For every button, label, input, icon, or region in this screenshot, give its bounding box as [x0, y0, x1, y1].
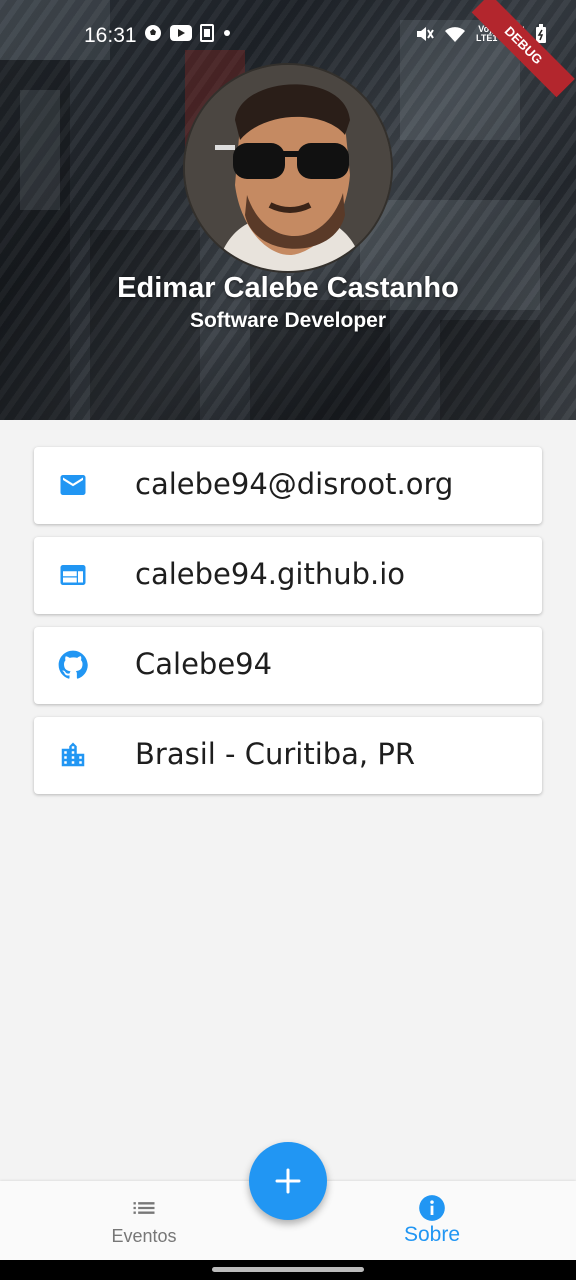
location-label: Brasil - Curitiba, PR: [135, 737, 416, 771]
nav-item-eventos[interactable]: Eventos: [74, 1181, 214, 1260]
soccer-ball-icon: [145, 25, 161, 41]
website-card[interactable]: calebe94.github.io: [34, 537, 542, 614]
email-icon: [60, 475, 86, 495]
profile-role: Software Developer: [189, 309, 387, 332]
plus-icon: [275, 1168, 301, 1194]
wifi-icon: [445, 27, 465, 42]
email-label: calebe94@disroot.org: [135, 467, 454, 501]
sim-icon: [200, 24, 214, 42]
nav-item-sobre[interactable]: Sobre: [362, 1181, 502, 1260]
info-icon: [419, 1195, 445, 1221]
nav-label-eventos: Eventos: [111, 1226, 177, 1246]
profile-header: 16:31 Vo)) LTE1 DEBUG Edimar Calebe Cast…: [0, 0, 576, 420]
location-city-icon: [61, 742, 85, 767]
nav-label-sobre: Sobre: [403, 1223, 461, 1246]
youtube-icon: [170, 25, 192, 41]
avatar: [183, 63, 393, 273]
website-label: calebe94.github.io: [135, 557, 406, 591]
status-left-icons: [144, 24, 232, 42]
status-time: 16:31: [84, 24, 137, 47]
github-card[interactable]: Calebe94: [34, 627, 542, 704]
web-icon: [60, 565, 86, 585]
github-label: Calebe94: [135, 647, 273, 681]
dot-icon: [224, 30, 230, 36]
list-icon: [133, 1202, 155, 1214]
mute-icon: [417, 27, 434, 41]
add-event-button[interactable]: [249, 1142, 327, 1220]
gesture-bar: [0, 1260, 576, 1280]
github-icon: [58, 650, 88, 679]
avatar-portrait: [185, 65, 391, 271]
profile-name: Edimar Calebe Castanho: [117, 272, 459, 304]
email-card[interactable]: calebe94@disroot.org: [34, 447, 542, 524]
location-card[interactable]: Brasil - Curitiba, PR: [34, 717, 542, 794]
gesture-handle[interactable]: [212, 1267, 364, 1272]
